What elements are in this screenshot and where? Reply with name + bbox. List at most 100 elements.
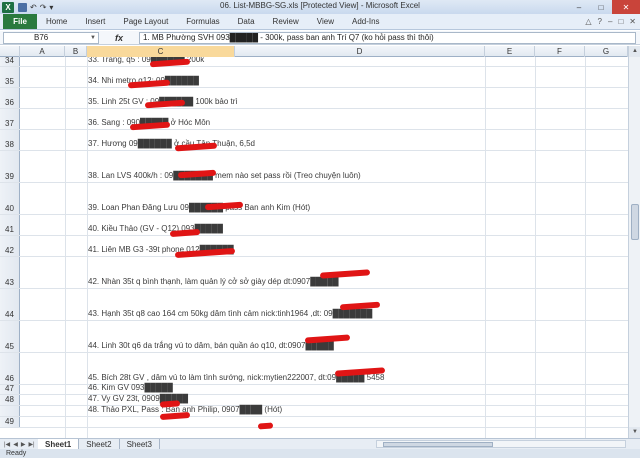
prev-sheet-icon[interactable]: ◀ xyxy=(13,441,18,448)
select-all-corner[interactable] xyxy=(0,46,20,57)
row-header[interactable]: 46 xyxy=(0,353,20,384)
help-icon[interactable]: ? xyxy=(598,17,602,26)
minimize-button[interactable]: – xyxy=(568,0,590,14)
sheet-tab-1[interactable]: Sheet1 xyxy=(38,438,80,450)
tab-data[interactable]: Data xyxy=(229,14,264,29)
tab-add-ins[interactable]: Add-Ins xyxy=(343,14,389,29)
column-header-e[interactable]: E xyxy=(485,46,535,57)
ribbon-tabs: File Home Insert Page Layout Formulas Da… xyxy=(0,14,640,30)
name-box[interactable]: B76 ▼ xyxy=(3,31,99,44)
insert-function-icon[interactable]: fx xyxy=(99,33,139,43)
first-sheet-icon[interactable]: |◀ xyxy=(4,441,10,448)
tab-insert[interactable]: Insert xyxy=(76,14,114,29)
scroll-down-icon[interactable]: ▼ xyxy=(629,427,640,438)
column-header-c[interactable]: C xyxy=(87,46,235,57)
table-row[interactable]: 3736. Sang : 090█████ ở Hóc Môn xyxy=(0,109,628,130)
table-row[interactable]: 39 38. Lan LVS 400k/h : 09███████ mem nào… xyxy=(0,151,628,183)
excel-logo-icon[interactable]: X xyxy=(2,1,14,13)
row-header[interactable]: 48 xyxy=(0,395,20,405)
cell-text[interactable]: 43. Hạnh 35t q8 cao 164 cm 50kg dâm tình… xyxy=(88,309,372,318)
table-row[interactable]: 43 42. Nhàn 35t q bình thạnh, làm quản lý… xyxy=(0,257,628,289)
hscroll-thumb[interactable] xyxy=(383,442,493,447)
row-header[interactable] xyxy=(0,406,20,416)
column-header-b[interactable]: B xyxy=(65,46,87,57)
cell-text[interactable]: 38. Lan LVS 400k/h : 09███████ mem nào s… xyxy=(88,171,361,180)
column-header-d[interactable]: D xyxy=(235,46,485,57)
qat-dropdown-icon[interactable]: ▾ xyxy=(49,3,53,12)
table-row[interactable]: 44 43. Hạnh 35t q8 cao 164 cm 50kg dâm tì… xyxy=(0,289,628,321)
horizontal-scrollbar[interactable] xyxy=(376,440,626,448)
scroll-up-icon[interactable]: ▲ xyxy=(629,46,640,57)
table-row[interactable]: 49 xyxy=(0,417,628,428)
vertical-scrollbar[interactable]: ▲ ▼ xyxy=(628,46,640,438)
column-header-a[interactable]: A xyxy=(20,46,65,57)
table-row[interactable]: 46 45. Bích 28t GV , dâm vú to làm tình s… xyxy=(0,353,628,385)
row-header[interactable]: 34 xyxy=(0,57,20,66)
cell-text[interactable]: 39. Loan Phan Đăng Lưu 09██████ pass Ban… xyxy=(88,203,310,212)
row-header[interactable]: 44 xyxy=(0,289,20,320)
tab-home[interactable]: Home xyxy=(37,14,76,29)
tab-formulas[interactable]: Formulas xyxy=(177,14,228,29)
row-header[interactable]: 43 xyxy=(0,257,20,288)
table-row[interactable]: 48. Thảo PXL, Pass : Ban anh Philip, 090… xyxy=(0,405,628,417)
tab-review[interactable]: Review xyxy=(264,14,308,29)
title-bar: X ↶ ↷ ▾ 06. List-MBBG-SG.xls [Protected … xyxy=(0,0,640,14)
formula-bar: B76 ▼ fx 1. MB Phường SVH 093█████ - 300… xyxy=(0,31,640,45)
row-header[interactable]: 36 xyxy=(0,88,20,108)
maximize-button[interactable]: □ xyxy=(590,0,612,14)
tab-view[interactable]: View xyxy=(308,14,343,29)
close-button[interactable]: ✕ xyxy=(612,0,640,14)
table-row[interactable]: 3635. Linh 25t GV : 09██████ 100k bảo tr… xyxy=(0,88,628,109)
table-row[interactable]: 38 37. Hương 09██████ ở cầu Tân Thuận, 6,… xyxy=(0,130,628,151)
doc-minimize-icon[interactable]: – xyxy=(608,17,612,26)
doc-restore-icon[interactable]: □ xyxy=(618,17,623,26)
row-header[interactable]: 38 xyxy=(0,130,20,150)
cell-text[interactable]: 44. Linh 30t q6 da trắng vú to dâm, bán … xyxy=(88,341,334,350)
row-header[interactable]: 35 xyxy=(0,67,20,87)
row-header[interactable]: 39 xyxy=(0,151,20,182)
scroll-thumb[interactable] xyxy=(631,204,639,240)
worksheet-grid[interactable]: 34 33. Trang, q5 : 09██████ 200k 35 34. Nhi… xyxy=(0,57,628,438)
formula-input[interactable]: 1. MB Phường SVH 093█████ - 300k, pass b… xyxy=(139,31,636,44)
ribbon-right-controls: △ ? – □ ✕ xyxy=(585,17,636,26)
table-row[interactable]: 3534. Nhi metro q12: 09██████ xyxy=(0,67,628,88)
column-header-g[interactable]: G xyxy=(585,46,628,57)
ribbon-minimize-icon[interactable]: △ xyxy=(585,17,591,26)
window-controls: – □ ✕ xyxy=(568,0,640,14)
redaction-mark xyxy=(257,422,274,430)
window-title: 06. List-MBBG-SG.xls [Protected View] - … xyxy=(220,1,420,10)
table-row[interactable]: 40 39. Loan Phan Đăng Lưu 09██████ pass B… xyxy=(0,183,628,215)
table-row[interactable]: 42 41. Liên MB G3 -39t phone 012██████ xyxy=(0,236,628,257)
tab-page-layout[interactable]: Page Layout xyxy=(114,14,177,29)
next-sheet-icon[interactable]: ▶ xyxy=(21,441,26,448)
sheet-nav-buttons: |◀ ◀ ▶ ▶| xyxy=(4,441,38,448)
cell-text[interactable]: 42. Nhàn 35t q bình thạnh, làm quản lý c… xyxy=(88,277,339,286)
sheet-tab-3[interactable]: Sheet3 xyxy=(120,438,160,450)
chevron-down-icon[interactable]: ▼ xyxy=(90,35,98,41)
column-headers: A B C D E F G xyxy=(0,46,628,57)
sheet-tab-2[interactable]: Sheet2 xyxy=(79,438,120,450)
save-icon[interactable] xyxy=(18,2,27,12)
undo-icon[interactable]: ↶ xyxy=(30,3,37,12)
row-header[interactable]: 40 xyxy=(0,183,20,214)
last-sheet-icon[interactable]: ▶| xyxy=(28,441,34,448)
row-header[interactable]: 37 xyxy=(0,109,20,129)
redo-icon[interactable]: ↷ xyxy=(40,3,47,12)
table-row[interactable]: 41 40. Kiều Thảo (GV - Q12) 093█████ xyxy=(0,215,628,236)
doc-close-icon[interactable]: ✕ xyxy=(629,17,636,26)
cell-text[interactable]: 37. Hương 09██████ ở cầu Tân Thuận, 6,5d xyxy=(88,139,255,148)
row-header[interactable]: 45 xyxy=(0,321,20,352)
cell-text[interactable]: 46. Kim GV 093█████ xyxy=(88,383,173,392)
sheet-tab-bar: |◀ ◀ ▶ ▶| Sheet1 Sheet2 Sheet3 xyxy=(0,438,640,450)
cell-text[interactable]: 40. Kiều Thảo (GV - Q12) 093█████ xyxy=(88,224,223,233)
tab-file[interactable]: File xyxy=(3,14,37,29)
row-header[interactable]: 49 xyxy=(0,417,20,427)
row-header[interactable]: 47 xyxy=(0,384,20,394)
column-header-f[interactable]: F xyxy=(535,46,585,57)
row-header[interactable]: 42 xyxy=(0,236,20,256)
table-row[interactable]: 34 33. Trang, q5 : 09██████ 200k xyxy=(0,57,628,67)
row-header[interactable]: 41 xyxy=(0,215,20,235)
name-box-value: B76 xyxy=(34,33,49,42)
quick-access-toolbar: ↶ ↷ ▾ xyxy=(18,2,53,12)
status-bar: Ready xyxy=(0,449,640,458)
